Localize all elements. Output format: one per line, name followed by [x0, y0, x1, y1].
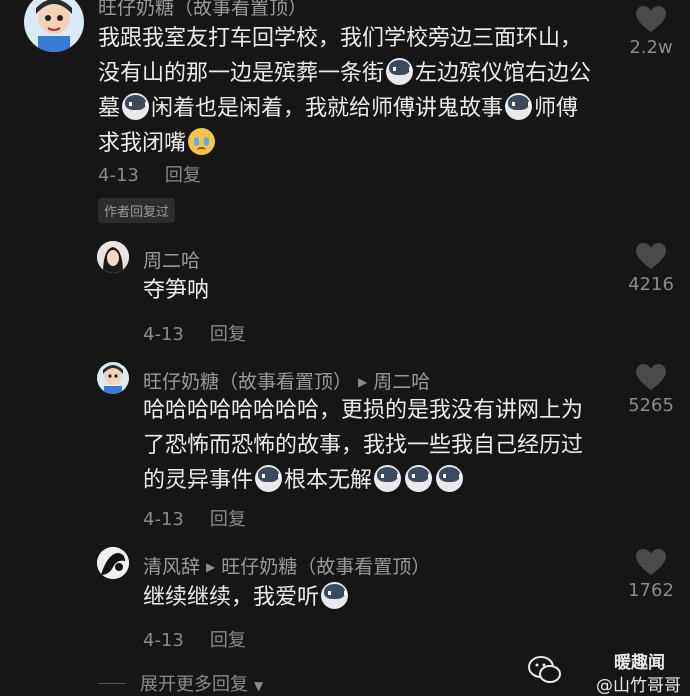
watermark-title: 暖趣闻 — [614, 653, 665, 673]
heart-icon — [636, 243, 666, 269]
comment-author-name[interactable]: 清风辞 — [143, 556, 200, 578]
comment-meta: 4-13 回复 — [98, 161, 201, 187]
reply-button[interactable]: 回复 — [210, 509, 246, 530]
comment-date: 4-13 — [143, 630, 184, 651]
comment-author[interactable]: 周二哈 — [143, 246, 200, 273]
comment-text-part: 根本无解 — [284, 468, 373, 493]
comment-author: 清风辞 ▶ 旺仔奶糖（故事看置顶） — [143, 552, 430, 579]
avatar[interactable] — [24, 0, 84, 52]
avatar[interactable] — [97, 362, 129, 394]
expand-divider — [98, 683, 126, 684]
watermark: 暖趣闻 @山竹哥哥 — [528, 648, 681, 696]
comment-text: 夺笋呐 — [143, 278, 210, 303]
like-button[interactable]: 4216 — [621, 243, 681, 295]
like-button[interactable]: 1762 — [621, 549, 681, 601]
comment-text: 我跟我室友打车回学校，我们学校旁边三面环山，没有山的那一边是殡葬一条街 左边殡仪馆… — [98, 21, 598, 161]
reply-button[interactable]: 回复 — [210, 324, 246, 345]
heart-icon — [636, 364, 666, 390]
comment-text: 哈哈哈哈哈哈哈哈，更损的是我没有讲网上为了恐怖而恐怖的故事，我找一些我自己经历过… — [143, 393, 603, 498]
wechat-logo-icon — [528, 656, 561, 683]
comment-author-name[interactable]: 旺仔奶糖（故事看置顶） — [143, 371, 352, 393]
dog-emoji-icon — [505, 93, 533, 120]
comment-date: 4-13 — [143, 324, 184, 345]
like-button[interactable]: 5265 — [621, 364, 681, 416]
dog-emoji-icon — [321, 582, 349, 609]
comment-text-part: 继续继续，我爱听 — [143, 585, 320, 610]
like-button[interactable]: 2.2w — [621, 6, 681, 58]
reply-arrow-icon: ▶ — [206, 560, 216, 574]
avatar[interactable] — [97, 241, 129, 273]
reply-to-name[interactable]: 旺仔奶糖（故事看置顶） — [221, 556, 430, 578]
dog-emoji-icon — [436, 465, 464, 492]
like-count: 2.2w — [629, 37, 673, 58]
comment-author[interactable]: 旺仔奶糖（故事看置顶） — [98, 0, 307, 20]
comment-meta: 4-13 回复 — [143, 320, 246, 346]
reply-arrow-icon: ▶ — [358, 375, 368, 389]
author-replied-badge: 作者回复过 — [98, 198, 176, 223]
reply-to-name[interactable]: 周二哈 — [373, 371, 430, 393]
comment-date: 4-13 — [98, 165, 139, 186]
comment-text-part: 哈哈哈哈哈哈哈哈，更损的是我没有讲网上为了恐怖而恐怖的故事，我找一些我自己经 — [143, 398, 584, 458]
like-count: 5265 — [628, 395, 674, 416]
like-count: 1762 — [628, 580, 674, 601]
watermark-handle: @山竹哥哥 — [596, 676, 681, 696]
dog-emoji-icon — [122, 93, 150, 120]
reply-button[interactable]: 回复 — [210, 630, 246, 651]
expand-more-replies[interactable]: 展开更多回复 ▼ — [98, 670, 263, 696]
comment-meta: 4-13 回复 — [143, 505, 246, 531]
dog-emoji-icon — [374, 465, 402, 492]
like-count: 4216 — [628, 274, 674, 295]
comment-author: 旺仔奶糖（故事看置顶） ▶ 周二哈 — [143, 367, 430, 394]
comment-text-part: 闲着也是闲着，我就给师傅讲鬼故事 — [151, 96, 504, 121]
dog-emoji-icon — [405, 465, 433, 492]
expand-label: 展开更多回复 — [140, 674, 248, 695]
comment-text: 继续继续，我爱听 — [143, 580, 350, 615]
reply-button[interactable]: 回复 — [165, 165, 201, 186]
heart-icon — [636, 549, 666, 575]
dog-emoji-icon — [386, 58, 414, 85]
heart-icon — [636, 6, 666, 32]
crying-emoji-icon — [188, 128, 216, 155]
comment-meta: 4-13 回复 — [143, 626, 246, 652]
comment-date: 4-13 — [143, 509, 184, 530]
dog-emoji-icon — [255, 465, 283, 492]
avatar[interactable] — [97, 547, 129, 579]
